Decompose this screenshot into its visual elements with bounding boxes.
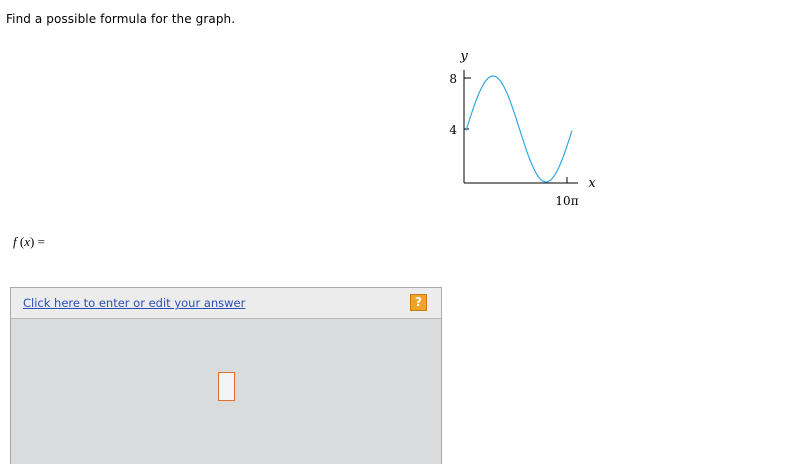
answer-input-cursor[interactable]: [218, 372, 235, 401]
y-tick-label-8: 8: [449, 72, 457, 86]
y-tick-label-4: 4: [449, 123, 457, 137]
answer-panel[interactable]: Click here to enter or edit your answer …: [10, 287, 442, 464]
function-label: f (x) =: [13, 234, 45, 250]
question-prompt: Find a possible formula for the graph.: [6, 12, 236, 26]
x-tick-label-10pi: 10π: [555, 194, 578, 208]
answer-panel-header: Click here to enter or edit your answer …: [11, 288, 441, 319]
help-button[interactable]: ?: [410, 294, 427, 311]
x-axis-label: x: [588, 176, 596, 191]
function-close-equals: ) =: [30, 234, 45, 249]
y-axis-label: y: [459, 49, 468, 64]
sine-curve: [465, 75, 573, 183]
graph: y 8 4 10π x: [449, 49, 596, 208]
edit-answer-link[interactable]: Click here to enter or edit your answer: [23, 296, 245, 310]
